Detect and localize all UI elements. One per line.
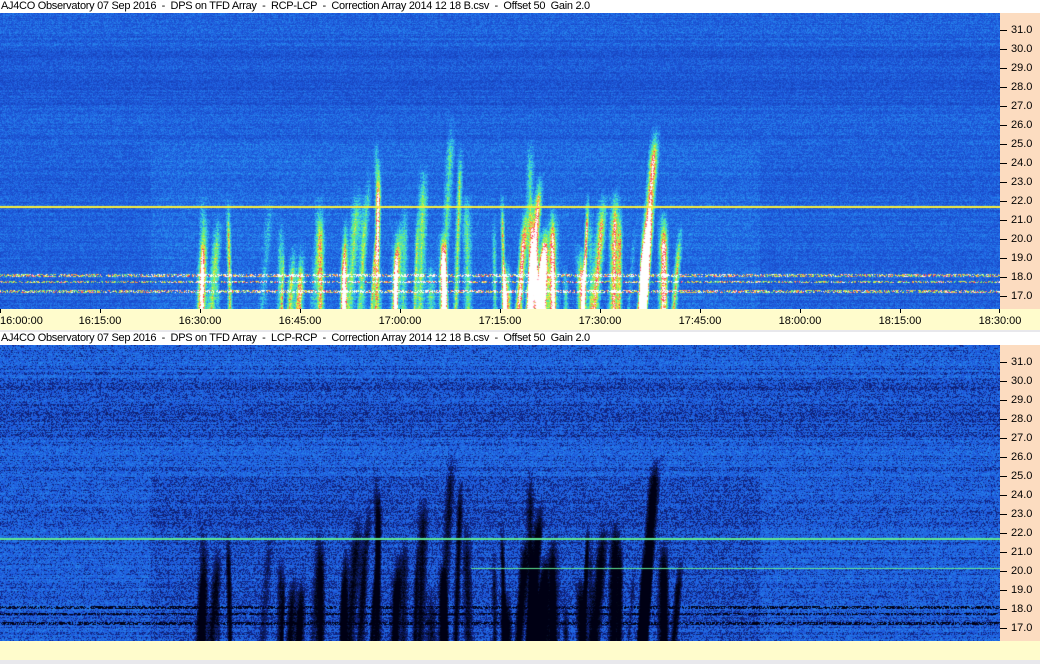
x-tick [700,309,701,313]
y-tick [1000,362,1007,364]
x-tick [500,309,501,313]
y-tick [1000,181,1007,183]
y-tick-label: 21.0 [1011,545,1033,558]
y-tick [1000,381,1007,383]
y-tick [1000,570,1007,572]
x-tick-label: 18:00:00 [778,315,822,327]
spectrogram-lcp-rcp [0,345,1000,641]
y-tick [1000,124,1007,126]
y-tick-label: 18.0 [1011,602,1033,615]
y-tick [1000,494,1007,496]
y-tick-label: 26.0 [1011,450,1033,463]
y-tick [1000,456,1007,458]
y-tick-label: 30.0 [1011,375,1033,388]
x-tick [300,309,301,313]
x-tick-label: 16:45:00 [278,315,322,327]
y-tick [1000,276,1007,278]
y-tick-label: 29.0 [1011,394,1033,407]
y-tick [1000,532,1007,534]
y-tick [1000,30,1007,32]
y-tick [1000,87,1007,88]
x-tick-label: 16:15:00 [78,315,122,327]
y-tick-label: 24.0 [1011,156,1033,169]
panel-2-title: AJ4CO Observatory 07 Sep 2016 - DPS on T… [0,332,1040,345]
y-tick [1000,257,1007,259]
x-tick [600,309,601,313]
x-tick [200,309,201,313]
x-tick-label: 17:15:00 [478,315,522,327]
y-tick [1000,419,1007,420]
y-tick-label: 19.0 [1011,251,1033,264]
y-tick [1000,627,1007,629]
y-tick [1000,551,1007,553]
x-tick-label: 18:15:00 [878,315,922,327]
x-tick-label: 16:30:00 [178,315,222,327]
x-tick [900,309,901,313]
time-axis: 16:00:00 16:15:00 16:30:00 16:45:00 17:00:00… [0,309,1040,330]
y-tick-label: 31.0 [1011,356,1033,369]
y-tick [1000,513,1007,515]
y-tick-label: 18.0 [1011,270,1033,283]
spectrogram-rcp-lcp [0,13,1000,309]
y-tick [1000,162,1007,164]
y-tick [1000,105,1007,107]
y-tick-label: 23.0 [1011,175,1033,188]
y-tick-label: 20.0 [1011,564,1033,577]
frequency-axis-1: 17.0 18.0 19.0 20.0 21.0 22.0 23.0 24.0 25.0 26.0… [1000,13,1040,309]
x-tick [999,309,1000,313]
y-tick-label: 28.0 [1011,413,1033,425]
x-tick-label: 17:45:00 [678,315,722,327]
y-tick-label: 27.0 [1011,99,1033,112]
y-tick [1000,68,1007,70]
y-tick-label: 29.0 [1011,62,1033,75]
y-tick [1000,400,1007,402]
y-tick-label: 24.0 [1011,488,1033,501]
y-tick [1000,475,1007,477]
y-tick [1000,219,1007,221]
y-tick-label: 28.0 [1011,81,1033,93]
x-tick [400,309,401,313]
time-axis-2-empty [0,641,1040,660]
frequency-axis-2: 17.0 18.0 19.0 20.0 21.0 22.0 23.0 24.0 25.0 26.0… [1000,345,1040,641]
y-tick [1000,238,1007,240]
y-tick-label: 23.0 [1011,507,1033,520]
y-tick [1000,200,1007,202]
x-tick [800,309,801,313]
y-tick-label: 26.0 [1011,118,1033,131]
y-tick-label: 22.0 [1011,526,1033,539]
y-tick-label: 20.0 [1011,232,1033,245]
y-tick-label: 31.0 [1011,24,1033,37]
y-tick-label: 25.0 [1011,137,1033,150]
x-tick-label: 16:00:00 [0,315,43,327]
y-tick-label: 19.0 [1011,583,1033,596]
y-tick [1000,589,1007,591]
y-tick-label: 17.0 [1011,289,1033,302]
x-tick-label: 17:00:00 [378,315,422,327]
panel-1-title: AJ4CO Observatory 07 Sep 2016 - DPS on T… [0,0,1040,13]
x-tick-label: 17:30:00 [578,315,622,327]
x-tick [100,309,101,313]
x-tick [0,309,1,313]
y-tick-label: 21.0 [1011,213,1033,226]
y-tick-label: 22.0 [1011,194,1033,207]
y-tick [1000,143,1007,145]
y-tick-label: 17.0 [1011,621,1033,634]
y-tick-label: 27.0 [1011,431,1033,444]
y-tick-label: 25.0 [1011,469,1033,482]
y-tick [1000,437,1007,439]
x-tick-label: 18:30:00 [978,315,1022,327]
y-tick-label: 30.0 [1011,43,1033,56]
y-tick [1000,49,1007,51]
y-tick [1000,295,1007,297]
y-tick [1000,608,1007,610]
